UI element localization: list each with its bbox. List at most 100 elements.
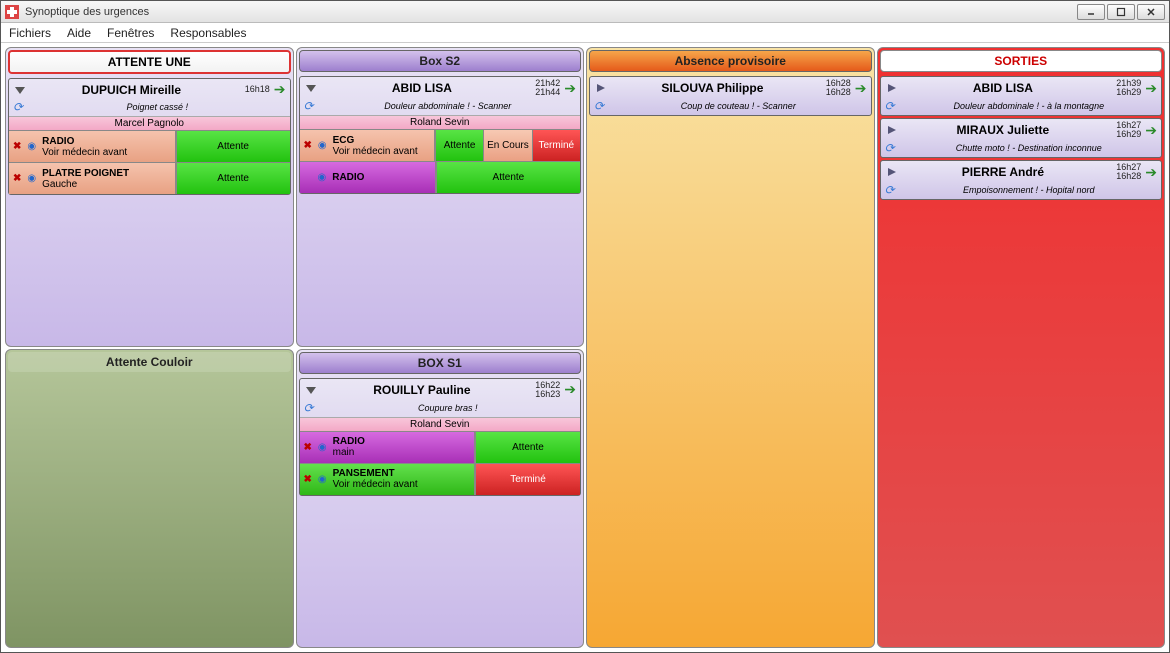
task-note: Voir médecin avant: [42, 147, 127, 158]
patient-time: 16h2716h28: [1107, 163, 1141, 181]
menu-aide[interactable]: Aide: [67, 26, 91, 40]
task-name: PANSEMENT: [333, 468, 418, 479]
patient-diagnosis: Douleur abdominale ! - Scanner: [320, 101, 576, 111]
patient-diagnosis: Coup de couteau ! - Scanner: [610, 101, 866, 111]
patient-name: PIERRE André: [899, 165, 1108, 179]
panel-header: Box S2: [299, 50, 582, 72]
eye-icon: ◉: [27, 173, 36, 184]
delete-task-icon[interactable]: ✖: [304, 442, 312, 453]
menubar: Fichiers Aide Fenêtres Responsables: [1, 23, 1169, 43]
patient-card-abid[interactable]: ABID LISA 21h4221h44 ➔ ⟳ Douleur abdomin…: [299, 76, 582, 194]
delete-task-icon[interactable]: ✖: [304, 140, 312, 151]
delete-task-icon[interactable]: ✖: [13, 173, 21, 184]
patient-time: 21h4221h44: [526, 79, 560, 97]
patient-time: 16h2216h23: [526, 381, 560, 399]
patient-time: 16h2716h29: [1107, 121, 1141, 139]
task-status[interactable]: Attente: [475, 432, 580, 463]
delete-task-icon[interactable]: ✖: [13, 141, 21, 152]
cycle-icon[interactable]: ⟳: [885, 183, 895, 197]
panel-header: Attente Couloir: [8, 352, 291, 372]
patient-doctor: Roland Sevin: [300, 115, 581, 129]
expand-icon[interactable]: [304, 385, 318, 395]
task-name: ECG: [333, 135, 418, 146]
patient-doctor: Roland Sevin: [300, 417, 581, 431]
task-note: main: [333, 447, 355, 458]
task-name: PLATRE POIGNET: [42, 168, 129, 179]
patient-name: ROUILLY Pauline: [318, 383, 527, 397]
app-window: Synoptique des urgences Fichiers Aide Fe…: [0, 0, 1170, 653]
play-icon[interactable]: [885, 83, 899, 93]
patient-time: 16h18: [236, 85, 270, 94]
panel-sorties: SORTIES ABID LISA 21h3916h29 ➔ ⟳ Douleur …: [877, 47, 1166, 648]
patient-card-rouilly[interactable]: ROUILLY Pauline 16h2216h23 ➔ ⟳ Coupure br…: [299, 378, 582, 496]
delete-task-icon[interactable]: ✖: [304, 474, 312, 485]
patient-time: 16h2816h28: [817, 79, 851, 97]
task-name: RADIO: [332, 172, 364, 183]
play-icon[interactable]: [594, 83, 608, 93]
panel-header: Absence provisoire: [589, 50, 872, 72]
play-icon[interactable]: [885, 125, 899, 135]
menu-fichiers[interactable]: Fichiers: [9, 26, 51, 40]
arrow-right-icon[interactable]: ➔: [1145, 80, 1157, 97]
patient-name: DUPUICH Mireille: [27, 83, 236, 97]
arrow-right-icon[interactable]: ➔: [855, 80, 867, 97]
arrow-right-icon[interactable]: ➔: [564, 381, 576, 398]
cycle-icon[interactable]: ⟳: [885, 99, 895, 113]
patient-name: ABID LISA: [899, 81, 1108, 95]
panel-box-s1: BOX S1 ROUILLY Pauline 16h2216h23 ➔ ⟳ Cou…: [296, 349, 585, 649]
expand-icon[interactable]: [304, 83, 318, 93]
panel-absence: Absence provisoire SILOUVA Philippe 16h2…: [586, 47, 875, 648]
play-icon[interactable]: [885, 167, 899, 177]
eye-icon: ◉: [27, 141, 36, 152]
window-title: Synoptique des urgences: [25, 6, 1075, 18]
patient-name: MIRAUX Juliette: [899, 123, 1108, 137]
cycle-icon[interactable]: ⟳: [594, 99, 604, 113]
arrow-right-icon[interactable]: ➔: [1145, 122, 1157, 139]
maximize-button[interactable]: [1107, 4, 1135, 20]
eye-icon: ◉: [318, 172, 327, 183]
minimize-button[interactable]: [1077, 4, 1105, 20]
patient-card-miraux[interactable]: MIRAUX Juliette 16h2716h29 ➔ ⟳ Chutte mot…: [880, 118, 1163, 158]
eye-icon: ◉: [318, 442, 327, 453]
menu-fenetres[interactable]: Fenêtres: [107, 26, 154, 40]
task-note: Voir médecin avant: [333, 479, 418, 490]
expand-icon[interactable]: [13, 85, 27, 95]
menu-responsables[interactable]: Responsables: [170, 26, 246, 40]
task-status[interactable]: Attente: [436, 162, 580, 193]
workspace: ATTENTE UNE DUPUICH Mireille 16h18 ➔ ⟳ P…: [1, 43, 1169, 652]
task-status-encours[interactable]: En Cours: [483, 130, 531, 161]
patient-card-dupuich[interactable]: DUPUICH Mireille 16h18 ➔ ⟳ Poignet cassé…: [8, 78, 291, 195]
task-name: RADIO: [42, 136, 127, 147]
panel-box-s2: Box S2 ABID LISA 21h4221h44 ➔ ⟳ Douleur …: [296, 47, 585, 347]
patient-card-silouva[interactable]: SILOUVA Philippe 16h2816h28 ➔ ⟳ Coup de …: [589, 76, 872, 116]
panel-header: BOX S1: [299, 352, 582, 374]
cycle-icon[interactable]: ⟳: [304, 99, 314, 113]
arrow-right-icon[interactable]: ➔: [1145, 164, 1157, 181]
patient-diagnosis: Coupure bras !: [320, 403, 576, 413]
patient-diagnosis: Poignet cassé !: [29, 102, 285, 112]
patient-time: 21h3916h29: [1107, 79, 1141, 97]
patient-card-pierre[interactable]: PIERRE André 16h2716h28 ➔ ⟳ Empoisonnemen…: [880, 160, 1163, 200]
task-name: RADIO: [333, 436, 365, 447]
panel-couloir: Attente Couloir: [5, 349, 294, 649]
patient-name: ABID LISA: [318, 81, 527, 95]
close-button[interactable]: [1137, 4, 1165, 20]
patient-card-abid-out[interactable]: ABID LISA 21h3916h29 ➔ ⟳ Douleur abdomina…: [880, 76, 1163, 116]
arrow-right-icon[interactable]: ➔: [274, 81, 286, 98]
panel-header: SORTIES: [880, 50, 1163, 72]
cycle-icon[interactable]: ⟳: [885, 141, 895, 155]
task-status-attente[interactable]: Attente: [435, 130, 483, 161]
task-status[interactable]: Attente: [176, 131, 290, 162]
panel-header: ATTENTE UNE: [8, 50, 291, 74]
cycle-icon[interactable]: ⟳: [13, 100, 23, 114]
task-status[interactable]: Terminé: [475, 464, 580, 495]
eye-icon: ◉: [318, 474, 327, 485]
task-status-termine[interactable]: Terminé: [532, 130, 580, 161]
patient-name: SILOUVA Philippe: [608, 81, 817, 95]
cycle-icon[interactable]: ⟳: [304, 401, 314, 415]
patient-diagnosis: Empoisonnement ! - Hopital nord: [901, 185, 1157, 195]
arrow-right-icon[interactable]: ➔: [564, 80, 576, 97]
patient-diagnosis: Douleur abdominale ! - à la montagne: [901, 101, 1157, 111]
task-status[interactable]: Attente: [176, 163, 290, 194]
patient-diagnosis: Chutte moto ! - Destination inconnue: [901, 143, 1157, 153]
